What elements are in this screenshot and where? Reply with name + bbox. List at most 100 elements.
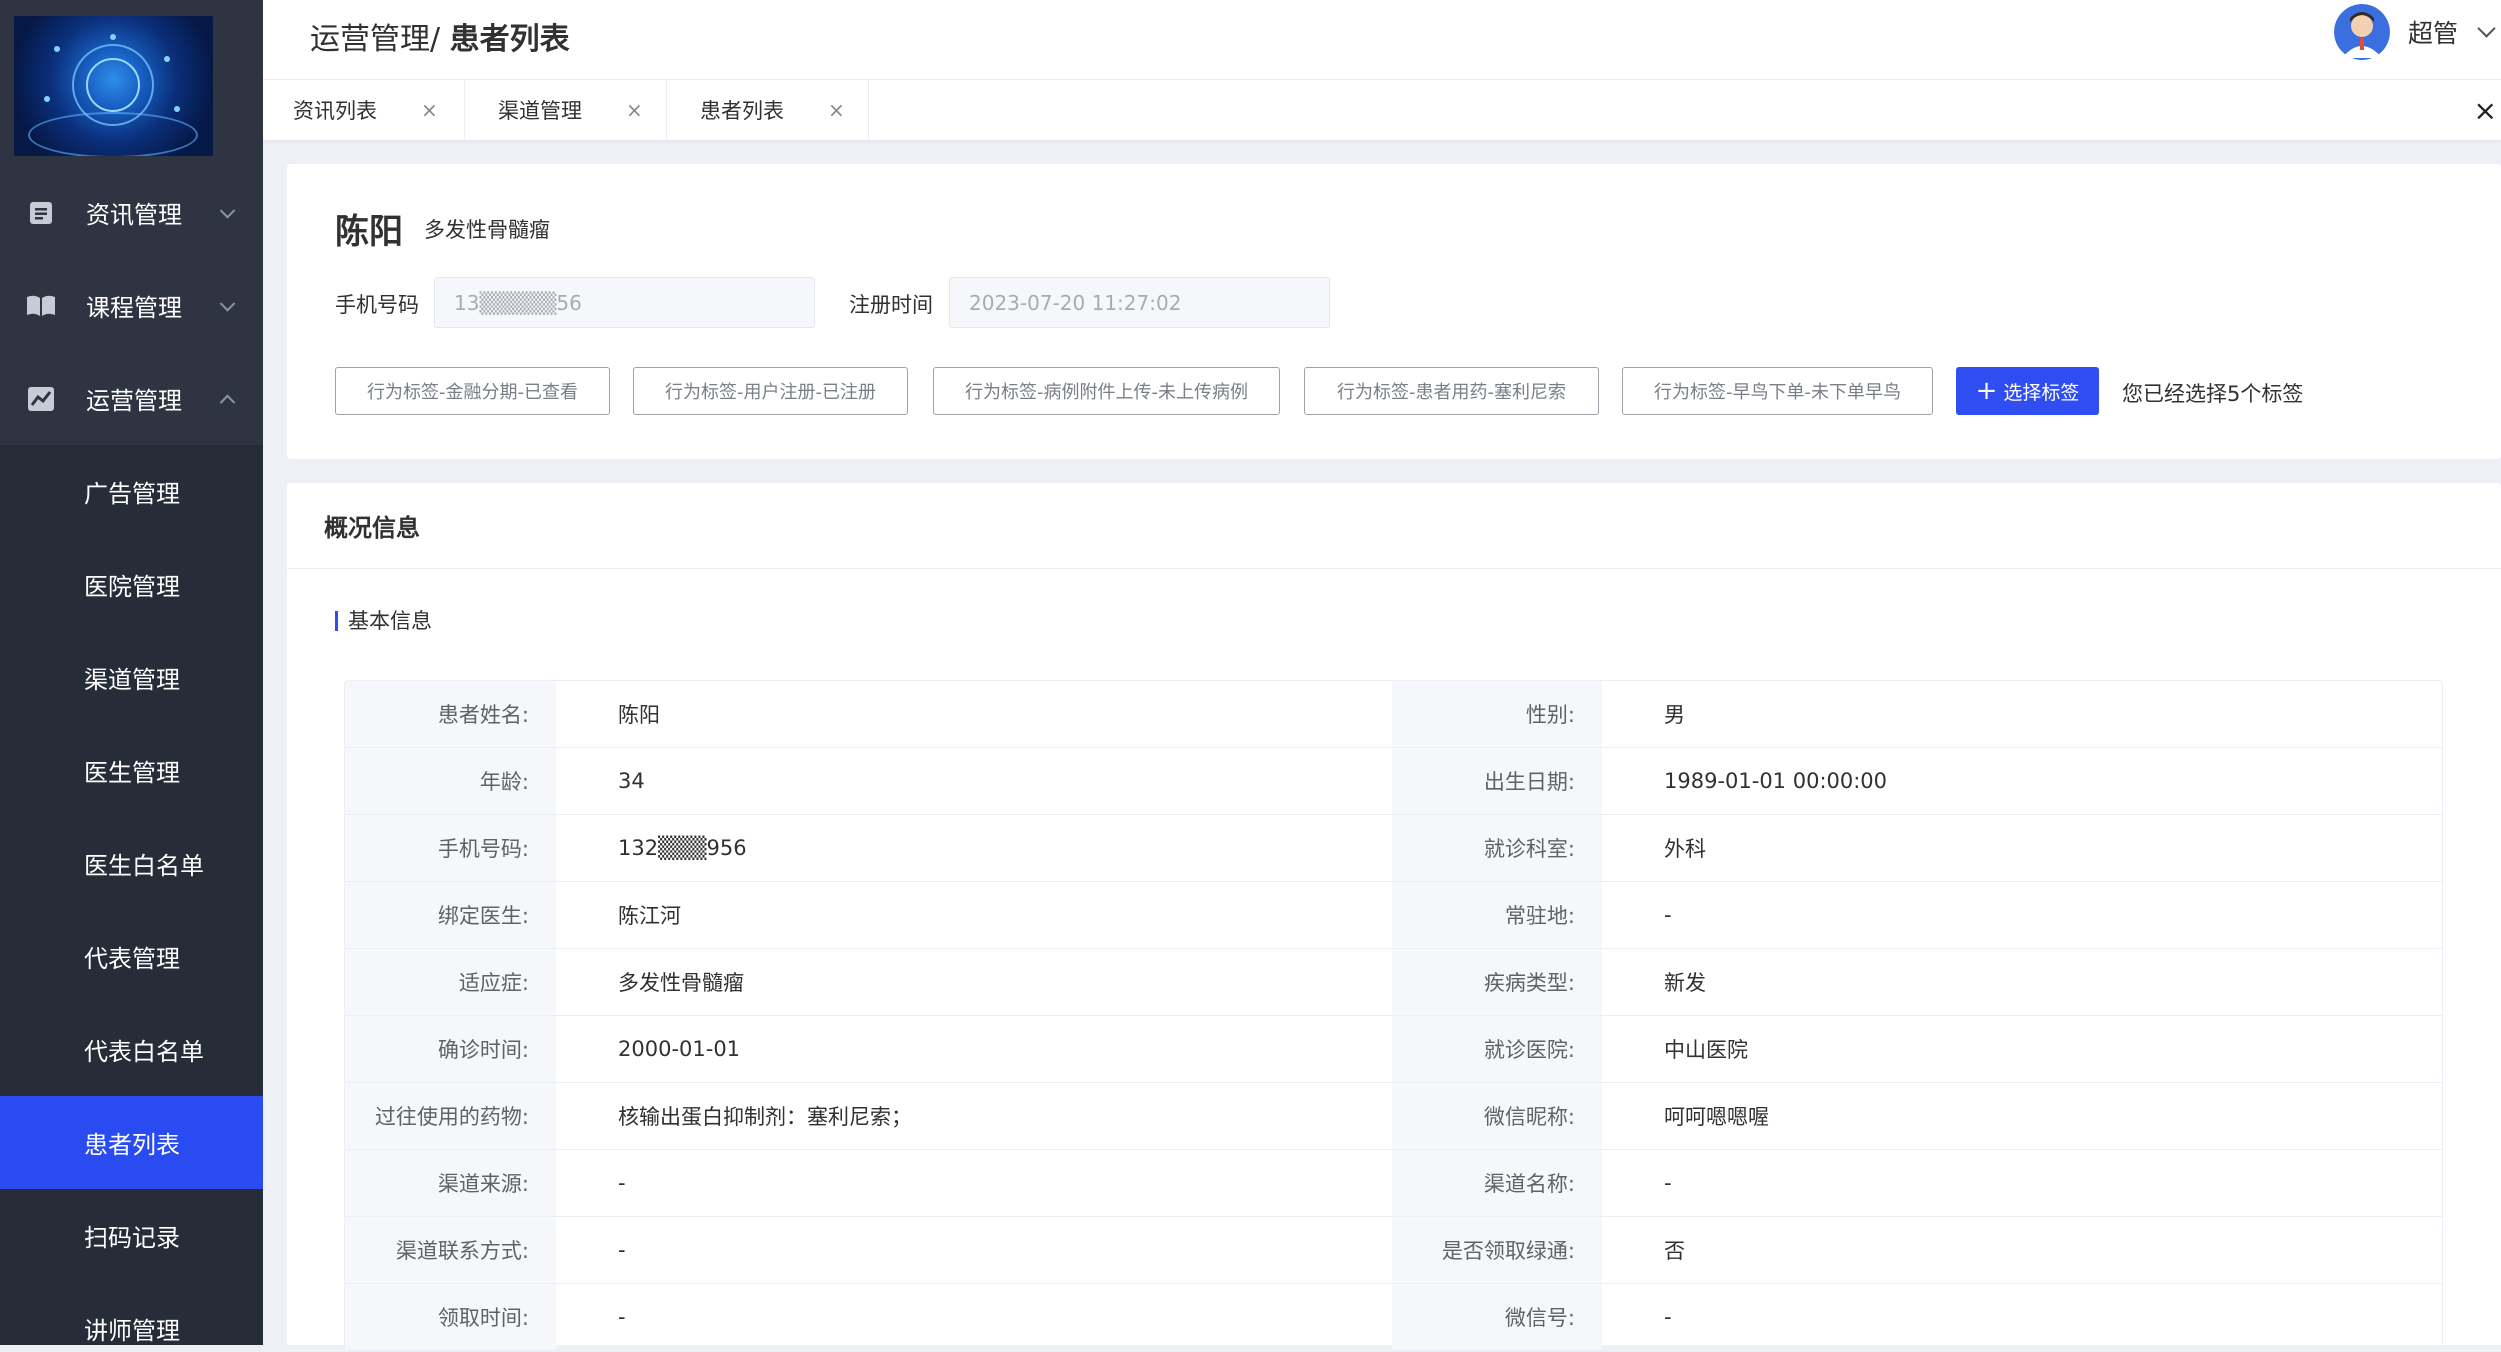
register-time-field[interactable]: 2023-07-20 11:27:02 — [949, 277, 1330, 328]
field-value: - — [1664, 1171, 1672, 1195]
field-label: 微信号: — [1392, 1284, 1602, 1350]
tabs-bar: 资讯列表 × 渠道管理 × 患者列表 × × — [263, 80, 2501, 140]
sidebar-item-ads[interactable]: 广告管理 — [0, 445, 263, 538]
field-value: 中山医院 — [1664, 1038, 1748, 1062]
field-value: - — [1664, 903, 1672, 927]
close-icon[interactable]: × — [421, 98, 438, 122]
sidebar-item-label: 医生白名单 — [84, 852, 204, 880]
field-value: 34 — [618, 769, 645, 793]
table-row: 渠道来源: - 渠道名称: - — [345, 1150, 2442, 1217]
menu-group-label: 课程管理 — [86, 294, 182, 322]
field-value: 男 — [1664, 703, 1685, 727]
patient-name: 陈阳 — [335, 212, 403, 252]
sidebar: 资讯管理 课程管理 运营管理 广告管理 医院管理 渠道管理 医生管理 医生白名单… — [0, 0, 263, 1345]
field-value: - — [618, 1238, 626, 1262]
sidebar-item-doctors[interactable]: 医生管理 — [0, 724, 263, 817]
phone-label: 手机号码 — [335, 293, 419, 317]
table-row: 手机号码: 132▒▒▒956 就诊科室: 外科 — [345, 815, 2442, 882]
table-row: 渠道联系方式: - 是否领取绿通: 否 — [345, 1217, 2442, 1284]
field-value: 外科 — [1664, 837, 1706, 861]
menu-group-news[interactable]: 资讯管理 — [0, 166, 263, 259]
avatar[interactable] — [2333, 4, 2390, 60]
patient-summary-card: 陈阳 多发性骨髓瘤 手机号码 13▒▒▒▒▒56 注册时间 2023-07-20… — [287, 164, 2501, 459]
sidebar-item-reps[interactable]: 代表管理 — [0, 910, 263, 1003]
overview-card: 概况信息 基本信息 患者姓名: 陈阳 性别: 男 年龄: 34 出生日期: 19… — [287, 483, 2501, 1352]
book-icon — [26, 291, 56, 321]
chart-icon — [26, 384, 56, 414]
tag-count-text: 您已经选择5个标签 — [2122, 382, 2304, 406]
sidebar-item-lecturers[interactable]: 讲师管理 — [0, 1282, 263, 1345]
sidebar-item-label: 广告管理 — [84, 480, 180, 508]
breadcrumb-current: 患者列表 — [449, 22, 570, 57]
breadcrumb-parent[interactable]: 运营管理/ — [310, 22, 440, 57]
field-label: 渠道名称: — [1392, 1150, 1602, 1216]
section-title: 基本信息 — [335, 611, 432, 632]
field-value: 陈阳 — [618, 703, 660, 727]
table-row: 适应症: 多发性骨髓瘤 疾病类型: 新发 — [345, 949, 2442, 1016]
table-row: 年龄: 34 出生日期: 1989-01-01 00:00:00 — [345, 748, 2442, 815]
menu-group-courses[interactable]: 课程管理 — [0, 259, 263, 352]
table-row: 过往使用的药物: 核输出蛋白抑制剂：塞利尼索； 微信昵称: 呵呵嗯嗯喔 — [345, 1083, 2442, 1150]
phone-field[interactable]: 13▒▒▒▒▒56 — [434, 277, 815, 328]
table-row: 绑定医生: 陈江河 常驻地: - — [345, 882, 2442, 949]
sidebar-item-hospitals[interactable]: 医院管理 — [0, 538, 263, 631]
field-label: 患者姓名: — [345, 681, 556, 747]
field-label: 过往使用的药物: — [345, 1083, 556, 1149]
field-label: 微信昵称: — [1392, 1083, 1602, 1149]
sidebar-item-scan-records[interactable]: 扫码记录 — [0, 1189, 263, 1282]
select-tag-button[interactable]: + 选择标签 — [1956, 367, 2099, 415]
close-all-tabs-icon[interactable]: × — [2474, 94, 2497, 127]
menu-group-operations[interactable]: 运营管理 — [0, 352, 263, 445]
tag-medication[interactable]: 行为标签-患者用药-塞利尼索 — [1304, 367, 1599, 415]
chevron-down-icon[interactable] — [2477, 18, 2496, 38]
tag-case-not-uploaded[interactable]: 行为标签-病例附件上传-未上传病例 — [933, 367, 1280, 415]
tag-user-registered[interactable]: 行为标签-用户注册-已注册 — [633, 367, 908, 415]
user-menu[interactable]: 超管 — [2333, 4, 2501, 60]
sidebar-item-label: 患者列表 — [84, 1131, 180, 1159]
tab-label: 渠道管理 — [498, 99, 582, 123]
field-label: 就诊科室: — [1392, 815, 1602, 881]
sidebar-item-label: 讲师管理 — [84, 1317, 180, 1345]
sidebar-item-label: 代表管理 — [84, 945, 180, 973]
logo-area — [0, 0, 263, 166]
field-label: 渠道来源: — [345, 1150, 556, 1216]
tab-label: 资讯列表 — [293, 99, 377, 123]
close-icon[interactable]: × — [626, 98, 643, 122]
sidebar-item-rep-whitelist[interactable]: 代表白名单 — [0, 1003, 263, 1096]
table-row: 领取时间: - 微信号: - — [345, 1284, 2442, 1351]
document-icon — [26, 198, 56, 228]
breadcrumb: 运营管理/ 患者列表 — [310, 14, 570, 58]
tab-channel-management[interactable]: 渠道管理 × — [465, 80, 667, 140]
chevron-up-icon — [219, 394, 236, 410]
field-value: 核输出蛋白抑制剂：塞利尼索； — [618, 1105, 912, 1129]
register-time-label: 注册时间 — [849, 293, 933, 317]
tab-news-list[interactable]: 资讯列表 × — [263, 80, 465, 140]
field-label: 确诊时间: — [345, 1016, 556, 1082]
patient-disease: 多发性骨髓瘤 — [424, 218, 550, 242]
sidebar-item-patients[interactable]: 患者列表 — [0, 1096, 263, 1189]
tag-finance-viewed[interactable]: 行为标签-金融分期-已查看 — [335, 367, 610, 415]
operations-submenu: 广告管理 医院管理 渠道管理 医生管理 医生白名单 代表管理 代表白名单 患者列… — [0, 445, 263, 1345]
chevron-down-icon — [219, 202, 236, 219]
tag-early-bird[interactable]: 行为标签-早鸟下单-未下单早鸟 — [1622, 367, 1933, 415]
field-value: 呵呵嗯嗯喔 — [1664, 1105, 1769, 1129]
table-row: 患者姓名: 陈阳 性别: 男 — [345, 681, 2442, 748]
sidebar-item-channels[interactable]: 渠道管理 — [0, 631, 263, 724]
plus-icon: + — [1975, 376, 1998, 406]
user-name[interactable]: 超管 — [2408, 14, 2458, 50]
sidebar-item-label: 医院管理 — [84, 573, 180, 601]
menu-group-label: 运营管理 — [86, 387, 182, 415]
field-label: 就诊医院: — [1392, 1016, 1602, 1082]
tab-patient-list[interactable]: 患者列表 × — [667, 80, 869, 140]
menu-group-label: 资讯管理 — [86, 201, 182, 229]
close-icon[interactable]: × — [828, 98, 845, 122]
field-value: - — [618, 1305, 626, 1329]
table-row: 确诊时间: 2000-01-01 就诊医院: 中山医院 — [345, 1016, 2442, 1083]
field-value: - — [1664, 1305, 1672, 1329]
basic-info-table: 患者姓名: 陈阳 性别: 男 年龄: 34 出生日期: 1989-01-01 0… — [344, 680, 2443, 1352]
field-label: 年龄: — [345, 748, 556, 814]
field-value: 2000-01-01 — [618, 1037, 741, 1061]
overview-title: 概况信息 — [287, 483, 2501, 569]
sidebar-item-label: 渠道管理 — [84, 666, 180, 694]
sidebar-item-doctor-whitelist[interactable]: 医生白名单 — [0, 817, 263, 910]
